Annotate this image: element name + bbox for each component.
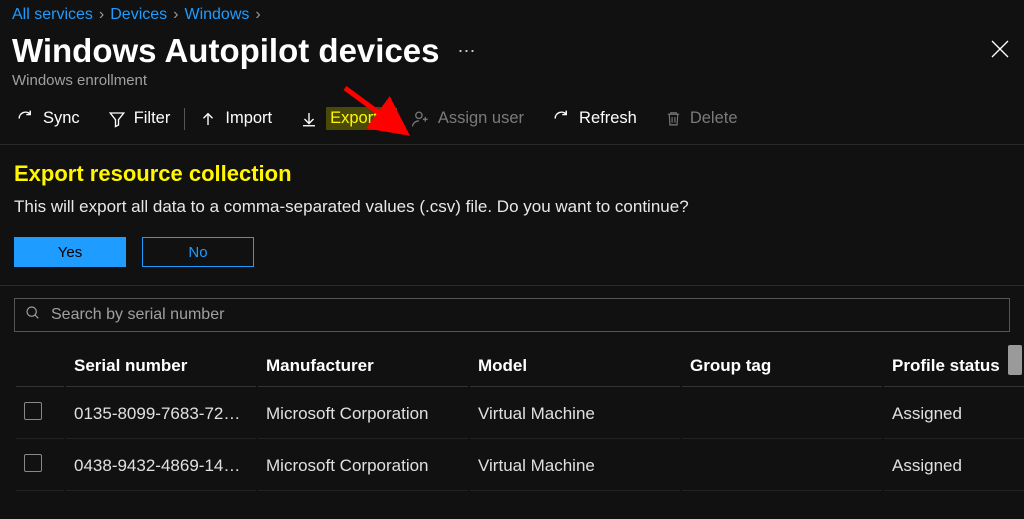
upload-icon	[199, 110, 217, 128]
col-model[interactable]: Model	[470, 346, 680, 387]
user-plus-icon	[411, 109, 430, 128]
import-button[interactable]: Import	[185, 109, 286, 128]
table-row[interactable]: 0135-8099-7683-72… Microsoft Corporation…	[16, 389, 1024, 439]
scrollbar-thumb[interactable]	[1008, 345, 1022, 375]
filter-icon	[108, 110, 126, 128]
row-checkbox[interactable]	[24, 454, 42, 472]
yes-button[interactable]: Yes	[14, 237, 126, 267]
chevron-right-icon: ›	[173, 6, 178, 24]
delete-label: Delete	[690, 109, 738, 128]
col-serial[interactable]: Serial number	[66, 346, 256, 387]
search-box[interactable]	[14, 298, 1010, 332]
page-title: Windows Autopilot devices	[12, 32, 440, 70]
assign-user-label: Assign user	[438, 109, 524, 128]
more-options-button[interactable]: ⋯	[458, 41, 478, 62]
breadcrumb: All services › Devices › Windows ›	[0, 0, 1024, 30]
close-button[interactable]	[990, 39, 1010, 63]
chevron-right-icon: ›	[255, 6, 260, 24]
trash-icon	[665, 110, 682, 127]
delete-button[interactable]: Delete	[651, 109, 752, 128]
cell-group	[682, 441, 882, 491]
cell-manufacturer: Microsoft Corporation	[258, 389, 468, 439]
sync-button[interactable]: Sync	[12, 109, 94, 128]
export-prompt-text: This will export all data to a comma-sep…	[14, 197, 1010, 217]
table-header-row: Serial number Manufacturer Model Group t…	[16, 346, 1024, 387]
filter-button[interactable]: Filter	[94, 109, 185, 128]
col-manufacturer[interactable]: Manufacturer	[258, 346, 468, 387]
row-checkbox[interactable]	[24, 402, 42, 420]
filter-label: Filter	[134, 109, 171, 128]
chevron-right-icon: ›	[99, 6, 104, 24]
col-profile-status[interactable]: Profile status	[884, 346, 1024, 387]
devices-table: Serial number Manufacturer Model Group t…	[14, 344, 1024, 493]
cell-profile: Assigned	[884, 441, 1024, 491]
cell-model: Virtual Machine	[470, 441, 680, 491]
toolbar: Sync Filter Import Export Assign user Re…	[0, 97, 1024, 145]
export-prompt: Export resource collection This will exp…	[0, 145, 1024, 286]
cell-serial: 0135-8099-7683-72…	[66, 389, 256, 439]
refresh-button[interactable]: Refresh	[538, 109, 651, 128]
cell-group	[682, 389, 882, 439]
search-icon	[25, 305, 41, 325]
cell-manufacturer: Microsoft Corporation	[258, 441, 468, 491]
col-group-tag[interactable]: Group tag	[682, 346, 882, 387]
no-button[interactable]: No	[142, 237, 254, 267]
export-label: Export	[326, 107, 382, 130]
sync-icon	[16, 109, 35, 128]
breadcrumb-devices[interactable]: Devices	[110, 6, 167, 24]
download-icon	[300, 110, 318, 128]
cell-model: Virtual Machine	[470, 389, 680, 439]
export-button[interactable]: Export	[286, 107, 396, 130]
table-row[interactable]: 0438-9432-4869-14… Microsoft Corporation…	[16, 441, 1024, 491]
assign-user-button[interactable]: Assign user	[397, 109, 538, 128]
refresh-label: Refresh	[579, 109, 637, 128]
export-prompt-title: Export resource collection	[14, 161, 1010, 187]
cell-serial: 0438-9432-4869-14…	[66, 441, 256, 491]
breadcrumb-all-services[interactable]: All services	[12, 6, 93, 24]
search-input[interactable]	[51, 306, 999, 324]
cell-profile: Assigned	[884, 389, 1024, 439]
breadcrumb-windows[interactable]: Windows	[184, 6, 249, 24]
import-label: Import	[225, 109, 272, 128]
page-subtitle: Windows enrollment	[0, 72, 1024, 97]
sync-label: Sync	[43, 109, 80, 128]
refresh-icon	[552, 109, 571, 128]
